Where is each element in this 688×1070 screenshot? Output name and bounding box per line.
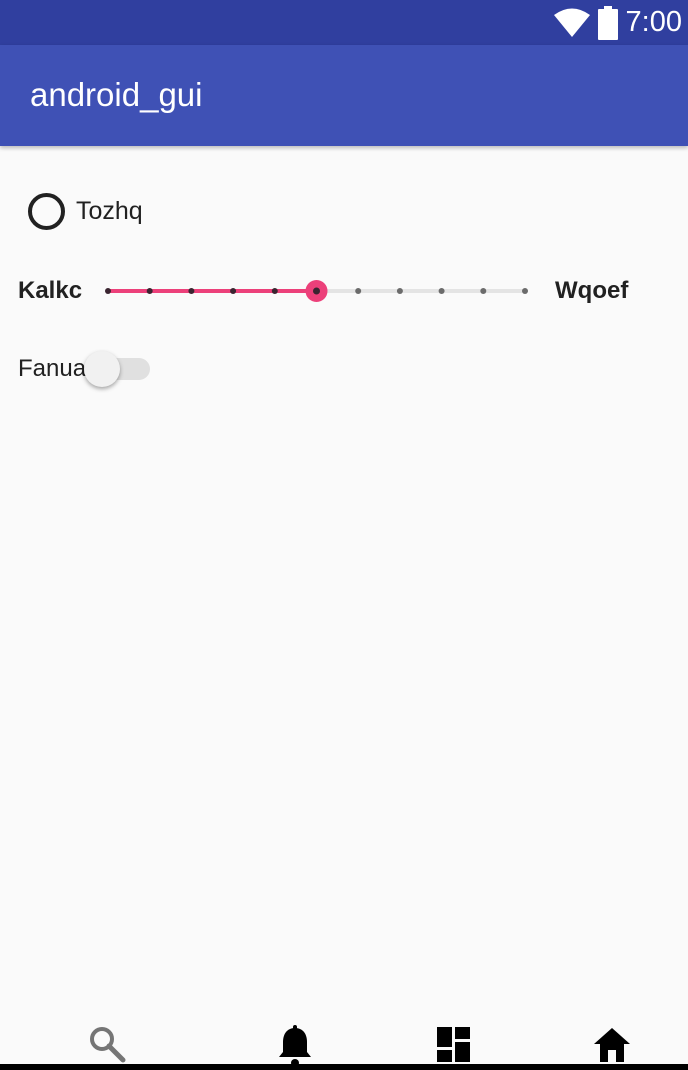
switch-label: Fanua (18, 355, 87, 382)
discrete-slider[interactable] (98, 271, 538, 311)
app-bar: android_gui (0, 45, 688, 146)
app-title: android_gui (30, 76, 203, 113)
slider-tick (480, 288, 487, 294)
radio-label: Tozhq (76, 197, 143, 225)
wifi-icon (553, 8, 590, 38)
nav-home[interactable] (591, 1024, 635, 1068)
slider-tick (355, 288, 362, 294)
slider-tick (146, 288, 153, 294)
battery-icon (597, 5, 618, 40)
nav-dashboard[interactable] (434, 1024, 478, 1068)
slider-tick (188, 288, 195, 294)
slider-max-label: Wqoef (555, 277, 629, 304)
bell-icon (273, 1024, 317, 1068)
slider-tick (271, 288, 278, 294)
status-icons: 7:00 (553, 0, 682, 45)
slider-min-label: Kalkc (18, 277, 83, 304)
search-icon (87, 1024, 131, 1064)
slider-tick (438, 288, 445, 294)
screen: 7:00 android_gui Tozhq Kalkc Wqoef Fanua (0, 0, 688, 1070)
nav-search[interactable] (87, 1024, 131, 1068)
slider-thumb-dot (313, 287, 320, 295)
nav-notifications[interactable] (273, 1024, 317, 1068)
status-time: 7:00 (625, 6, 682, 38)
slider-tick (396, 288, 403, 294)
slider-tick (105, 288, 111, 294)
home-icon (591, 1024, 635, 1066)
radio-circle[interactable] (28, 192, 65, 230)
bottom-edge (0, 1064, 688, 1070)
switch-thumb[interactable] (84, 351, 120, 387)
slider-tick (522, 288, 528, 294)
status-bar: 7:00 (0, 0, 688, 45)
toggle-switch[interactable] (84, 350, 152, 388)
slider-tick (230, 288, 237, 294)
dashboard-icon (434, 1024, 478, 1064)
slider-track[interactable] (98, 271, 538, 311)
radio-button-tozhq[interactable]: Tozhq (28, 192, 143, 230)
bottom-navigation (0, 1016, 688, 1070)
